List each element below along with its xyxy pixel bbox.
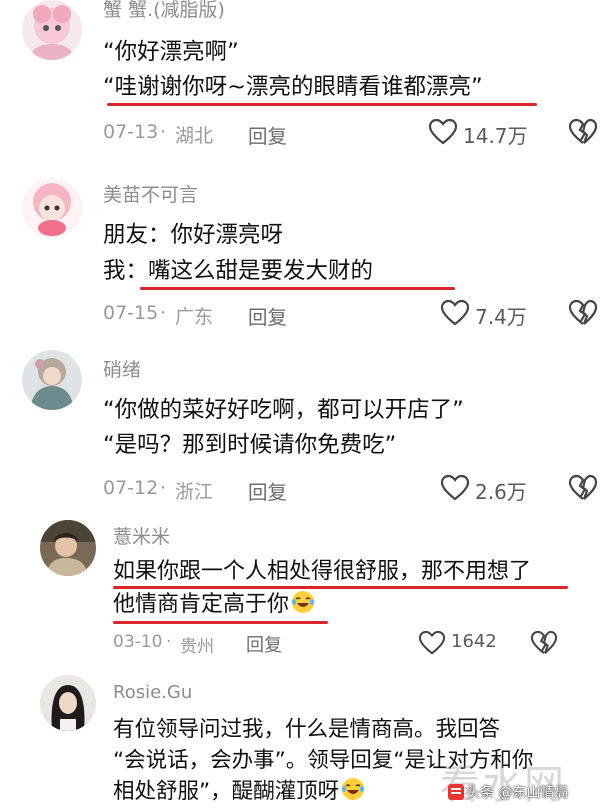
comment-username[interactable]: 美苗不可言 [103, 180, 198, 207]
avatar[interactable] [22, 350, 82, 410]
avatar[interactable] [40, 675, 96, 731]
comment-separator: · [160, 477, 167, 499]
heart-outline-icon[interactable] [418, 630, 446, 656]
comment-item: 蟹 蟹.(减脂版) “你好漂亮啊” “哇谢谢你呀~漂亮的眼睛看谁都漂亮” 07-… [0, 0, 600, 165]
comment-text-line: “你做的菜好好吃啊，都可以开店了” [103, 397, 464, 423]
avatar[interactable] [22, 0, 82, 60]
heart-outline-icon[interactable] [440, 474, 470, 502]
reply-button[interactable]: 回复 [248, 120, 287, 149]
comment-date: 07-15 [103, 302, 159, 324]
red-underline [113, 621, 328, 624]
avatar[interactable] [40, 520, 96, 576]
pink-haired-anime-avatar-icon [22, 178, 82, 238]
like-count: 14.7万 [463, 124, 528, 148]
comment-username[interactable]: 薏米米 [113, 522, 170, 549]
broken-heart-icon[interactable] [568, 299, 598, 327]
laughing-crying-emoji [342, 778, 365, 800]
pink-cartoon-girl-avatar-icon [22, 0, 82, 60]
comment-username[interactable]: 蟹 蟹.(减脂版) [103, 0, 225, 22]
comment-text-segment: 他情商肯定高于你 [113, 592, 290, 617]
comment-text-line: “是吗？那到时候请你免费吃” [103, 432, 397, 458]
comment-item: 硝绪 “你做的菜好好吃啊，都可以开店了” “是吗？那到时候请你免费吃” 07-1… [0, 350, 600, 510]
comment-text-line: 相处舒服”，醍醐灌顶呀 [113, 777, 365, 807]
comment-date: 07-12 [103, 477, 159, 499]
broken-heart-icon[interactable] [530, 630, 558, 656]
heart-outline-icon[interactable] [440, 299, 470, 327]
avatar[interactable] [22, 178, 82, 238]
illustrated-girl-avatar-icon [22, 350, 82, 410]
like-count: 1642 [451, 631, 497, 652]
like-count: 7.4万 [475, 305, 527, 329]
red-underline [140, 287, 455, 290]
comment-username[interactable]: Rosie.Gu [113, 682, 192, 703]
watermark-source-text: 头条 @东山情局 [466, 785, 569, 801]
comment-text-line: 我：嘴这么甜是要发大财的 [103, 258, 374, 284]
reply-button[interactable]: 回复 [248, 476, 287, 505]
red-underline [113, 586, 568, 589]
like-count: 2.6万 [475, 480, 527, 504]
broken-heart-icon[interactable] [568, 474, 598, 502]
reply-button[interactable]: 回复 [246, 631, 282, 657]
comment-date: 03-10 [113, 632, 163, 652]
broken-heart-icon[interactable] [568, 118, 598, 146]
comment-username[interactable]: 硝绪 [103, 355, 141, 382]
comment-separator: · [166, 632, 172, 652]
watermark-source: 头条 @东山情局 [448, 782, 568, 802]
comment-separator: · [160, 302, 167, 324]
laughing-crying-emoji [292, 591, 315, 613]
comment-location: 浙江 [175, 481, 214, 503]
comment-text-line: “哇谢谢你呀~漂亮的眼睛看谁都漂亮” [103, 74, 483, 100]
comment-item: 薏米米 如果你跟一个人相处得很舒服，那不用想了 他情商肯定高于你 03-10 ·… [0, 520, 600, 660]
comment-text-line: “你好漂亮啊” [103, 39, 239, 65]
comment-text-segment: 相处舒服”，醍醐灌顶呀 [113, 779, 340, 804]
dark-haired-girl-avatar-icon [40, 675, 96, 731]
comment-separator: · [160, 121, 167, 143]
comment-location: 广东 [175, 306, 214, 328]
comment-location: 贵州 [180, 637, 214, 657]
red-underline [107, 103, 537, 106]
photo-person-avatar-icon [40, 520, 96, 576]
toutiao-logo [448, 784, 464, 800]
heart-outline-icon[interactable] [428, 118, 458, 146]
comment-text-line: 如果你跟一个人相处得很舒服，那不用想了 [113, 559, 532, 584]
comment-date: 07-13 [103, 121, 159, 143]
comment-item: 美苗不可言 朋友：你好漂亮呀 我：嘴这么甜是要发大财的 07-15 · 广东 回… [0, 178, 600, 338]
comment-text-line: 他情商肯定高于你 [113, 590, 315, 620]
comment-text-line: 朋友：你好漂亮呀 [103, 222, 284, 248]
comment-location: 湖北 [175, 125, 214, 147]
comment-text-line: 有位领导问过我，什么是情商高。我回答 [113, 717, 501, 742]
reply-button[interactable]: 回复 [248, 301, 287, 330]
